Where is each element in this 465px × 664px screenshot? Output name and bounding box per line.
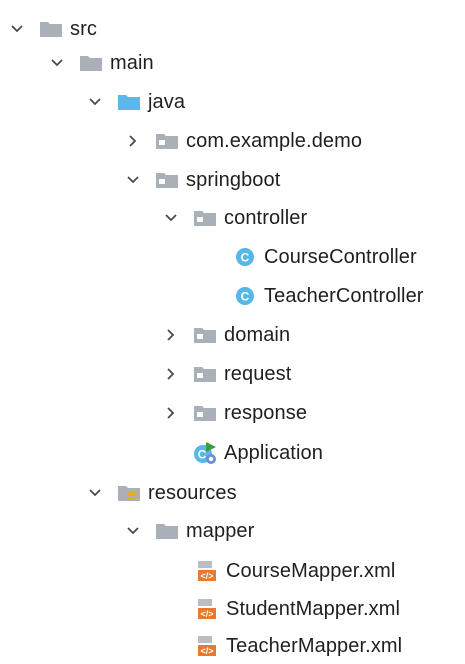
tree-node-main[interactable]: main (46, 45, 154, 81)
tree-node-label: com.example.demo (186, 130, 363, 152)
tree-node-label: request (224, 363, 292, 385)
java-class-icon: C (232, 246, 258, 268)
project-tree: src main java com.example.demo springboo… (0, 0, 465, 659)
chevron-down-icon[interactable] (84, 482, 106, 504)
svg-text:</>: </> (200, 646, 213, 656)
chevron-right-icon[interactable] (122, 130, 144, 152)
tree-node-label: main (110, 52, 154, 74)
tree-node-student-mapper-xml[interactable]: </> StudentMapper.xml (162, 591, 400, 627)
folder-icon (154, 520, 180, 542)
xml-file-icon: </> (194, 598, 220, 620)
tree-node-label: resources (148, 482, 237, 504)
tree-node-request[interactable]: request (160, 356, 291, 392)
resources-folder-icon (116, 482, 142, 504)
tree-node-controller[interactable]: controller (160, 200, 307, 236)
package-icon (154, 130, 180, 152)
spring-boot-application-icon: C (192, 442, 218, 464)
tree-node-springboot[interactable]: springboot (122, 162, 280, 198)
tree-node-label: springboot (186, 169, 281, 191)
tree-node-label: CourseMapper.xml (226, 560, 396, 582)
chevron-down-icon[interactable] (122, 520, 144, 542)
chevron-down-icon[interactable] (46, 52, 68, 74)
folder-icon (78, 52, 104, 74)
source-folder-icon (116, 91, 142, 113)
tree-node-label: CourseController (264, 246, 417, 268)
folder-icon (38, 18, 64, 40)
java-class-icon: C (232, 285, 258, 307)
chevron-right-icon[interactable] (160, 363, 182, 385)
svg-text:C: C (241, 290, 250, 304)
svg-text:C: C (198, 448, 207, 462)
chevron-down-icon[interactable] (160, 207, 182, 229)
tree-node-java[interactable]: java (84, 84, 185, 120)
tree-node-course-controller[interactable]: C CourseController (200, 239, 417, 275)
package-icon (192, 324, 218, 346)
svg-text:</>: </> (200, 609, 213, 619)
tree-node-resources[interactable]: resources (84, 475, 237, 511)
package-icon (192, 207, 218, 229)
xml-file-icon: </> (194, 635, 220, 657)
chevron-down-icon[interactable] (122, 169, 144, 191)
chevron-down-icon[interactable] (84, 91, 106, 113)
svg-text:</>: </> (200, 571, 213, 581)
tree-node-mapper[interactable]: mapper (122, 513, 254, 549)
package-icon (192, 363, 218, 385)
tree-node-label: src (70, 18, 97, 40)
tree-node-label: controller (224, 207, 308, 229)
tree-node-teacher-controller[interactable]: C TeacherController (200, 278, 424, 314)
chevron-right-icon[interactable] (160, 324, 182, 346)
tree-node-label: StudentMapper.xml (226, 598, 401, 620)
tree-node-application[interactable]: C Application (160, 435, 323, 471)
tree-node-course-mapper-xml[interactable]: </> CourseMapper.xml (162, 553, 395, 589)
tree-node-label: TeacherController (264, 285, 424, 307)
chevron-right-icon[interactable] (160, 402, 182, 424)
svg-text:C: C (241, 251, 250, 265)
tree-node-label: java (148, 91, 186, 113)
tree-node-com-example-demo[interactable]: com.example.demo (122, 123, 362, 159)
tree-node-label: TeacherMapper.xml (226, 635, 403, 657)
package-icon (192, 402, 218, 424)
xml-file-icon: </> (194, 560, 220, 582)
tree-node-label: response (224, 402, 308, 424)
tree-node-label: mapper (186, 520, 255, 542)
tree-node-label: Application (224, 442, 323, 464)
tree-node-label: domain (224, 324, 291, 346)
tree-node-response[interactable]: response (160, 395, 307, 431)
chevron-down-icon[interactable] (6, 18, 28, 40)
tree-node-src[interactable]: src (6, 11, 97, 47)
package-icon (154, 169, 180, 191)
tree-node-domain[interactable]: domain (160, 317, 290, 353)
